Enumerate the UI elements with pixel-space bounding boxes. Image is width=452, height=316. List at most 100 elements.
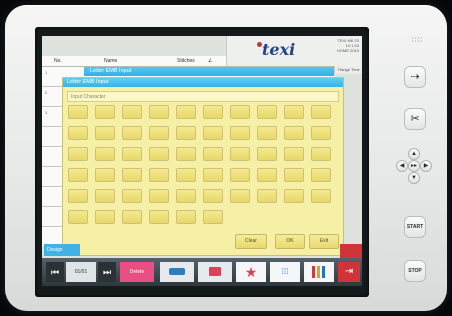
character-key[interactable]: [311, 126, 331, 140]
stop-button[interactable]: STOP: [404, 260, 426, 282]
character-key[interactable]: [230, 105, 250, 119]
character-key[interactable]: [311, 168, 331, 182]
character-key[interactable]: [95, 210, 115, 224]
character-key[interactable]: [311, 147, 331, 161]
machine-icon: [169, 268, 185, 275]
character-key[interactable]: [230, 168, 250, 182]
brand-info: TEXI MK 23 10.1.53 HOME 2019: [323, 38, 359, 53]
right-button[interactable]: ▶: [420, 160, 432, 172]
character-key[interactable]: [95, 189, 115, 203]
character-key[interactable]: [95, 168, 115, 182]
character-key[interactable]: [176, 147, 196, 161]
touch-screen: No. Name Stitches ∠ 1 2 3 texi TEXI MK 2…: [42, 36, 362, 286]
back-dialog-titlebar: Letter EMB Input: [84, 67, 334, 76]
brand-info-line: HOME 2019: [336, 48, 359, 53]
character-key[interactable]: [257, 189, 277, 203]
character-key[interactable]: [257, 147, 277, 161]
ok-button[interactable]: OK: [275, 234, 305, 249]
character-key[interactable]: [284, 168, 304, 182]
character-key[interactable]: [95, 147, 115, 161]
character-key[interactable]: [311, 105, 331, 119]
character-key[interactable]: [149, 168, 169, 182]
range-tab[interactable]: Range Time: [334, 66, 362, 74]
next-page-icon: ⏭: [102, 267, 112, 277]
character-key[interactable]: [176, 105, 196, 119]
character-key[interactable]: [122, 189, 142, 203]
character-key[interactable]: [311, 189, 331, 203]
character-key[interactable]: [284, 189, 304, 203]
center-button[interactable]: ▸▸: [408, 160, 420, 172]
left-button[interactable]: ◀: [396, 160, 408, 172]
character-key[interactable]: [68, 189, 88, 203]
character-key[interactable]: [68, 168, 88, 182]
brand-logo: texi: [262, 40, 296, 59]
col-extra: ∠: [208, 58, 213, 64]
character-key[interactable]: [149, 147, 169, 161]
character-key[interactable]: [284, 126, 304, 140]
character-key[interactable]: [149, 189, 169, 203]
character-key[interactable]: [122, 168, 142, 182]
character-key[interactable]: [257, 126, 277, 140]
character-key[interactable]: [257, 105, 277, 119]
character-key[interactable]: [68, 210, 88, 224]
character-key[interactable]: [203, 147, 223, 161]
col-name: Name: [104, 58, 118, 64]
character-key[interactable]: [122, 126, 142, 140]
character-key[interactable]: [176, 189, 196, 203]
thread-button[interactable]: [304, 262, 334, 282]
character-key[interactable]: [122, 210, 142, 224]
start-button[interactable]: START: [404, 216, 426, 238]
frame-button[interactable]: [198, 262, 232, 282]
character-key[interactable]: [176, 168, 196, 182]
row-number: 1: [45, 70, 48, 75]
col-stitches: Stitches: [177, 58, 195, 64]
character-key[interactable]: [122, 105, 142, 119]
character-key[interactable]: [230, 147, 250, 161]
character-key[interactable]: [149, 126, 169, 140]
character-key[interactable]: [203, 126, 223, 140]
trim-hardware-button[interactable]: ✂: [404, 108, 426, 130]
character-key[interactable]: [68, 147, 88, 161]
clear-button[interactable]: Clear: [235, 234, 267, 249]
character-key[interactable]: [95, 105, 115, 119]
first-page-button[interactable]: ⏮: [46, 262, 64, 282]
letter-input-dialog: Letter EMB Input Input Character Clear O…: [62, 77, 344, 256]
down-button[interactable]: ▼: [408, 172, 420, 184]
character-key[interactable]: [257, 168, 277, 182]
machine-button[interactable]: [160, 262, 194, 282]
character-key[interactable]: [149, 105, 169, 119]
up-button[interactable]: ▲: [408, 148, 420, 160]
character-key[interactable]: [68, 105, 88, 119]
character-key[interactable]: [284, 105, 304, 119]
character-key[interactable]: [203, 210, 223, 224]
exit-app-button[interactable]: ⇥: [338, 262, 360, 282]
character-key[interactable]: [95, 126, 115, 140]
bottom-toolbar: ⏮ 01/01 ⏭ Delete ★ ⁞⁞⁞ ⇥: [42, 258, 362, 286]
row-number: 2: [45, 90, 48, 95]
character-key[interactable]: [203, 168, 223, 182]
arrow-right-icon: ⇢: [410, 71, 420, 83]
character-key[interactable]: [230, 126, 250, 140]
first-page-icon: ⏮: [50, 267, 60, 277]
pattern-button[interactable]: ⁞⁞⁞: [270, 262, 300, 282]
exit-button[interactable]: Exit: [309, 234, 339, 249]
character-key[interactable]: [284, 147, 304, 161]
character-key[interactable]: [68, 126, 88, 140]
next-page-button[interactable]: ⏭: [98, 262, 116, 282]
alert-button[interactable]: [340, 244, 362, 258]
design-tab[interactable]: Design: [44, 244, 80, 256]
character-key[interactable]: [122, 147, 142, 161]
character-key[interactable]: [203, 105, 223, 119]
delete-button[interactable]: Delete: [120, 262, 154, 282]
character-key[interactable]: [149, 210, 169, 224]
scissors-icon: ✂: [410, 113, 420, 125]
character-input-field[interactable]: Input Character: [67, 91, 339, 102]
up-arrow-icon: ▲: [411, 151, 417, 157]
start-label: START: [406, 224, 424, 230]
design-color-button[interactable]: ★: [236, 262, 266, 282]
next-hardware-button[interactable]: ⇢: [404, 66, 426, 88]
character-key[interactable]: [230, 189, 250, 203]
character-key[interactable]: [203, 189, 223, 203]
character-key[interactable]: [176, 210, 196, 224]
character-key[interactable]: [176, 126, 196, 140]
